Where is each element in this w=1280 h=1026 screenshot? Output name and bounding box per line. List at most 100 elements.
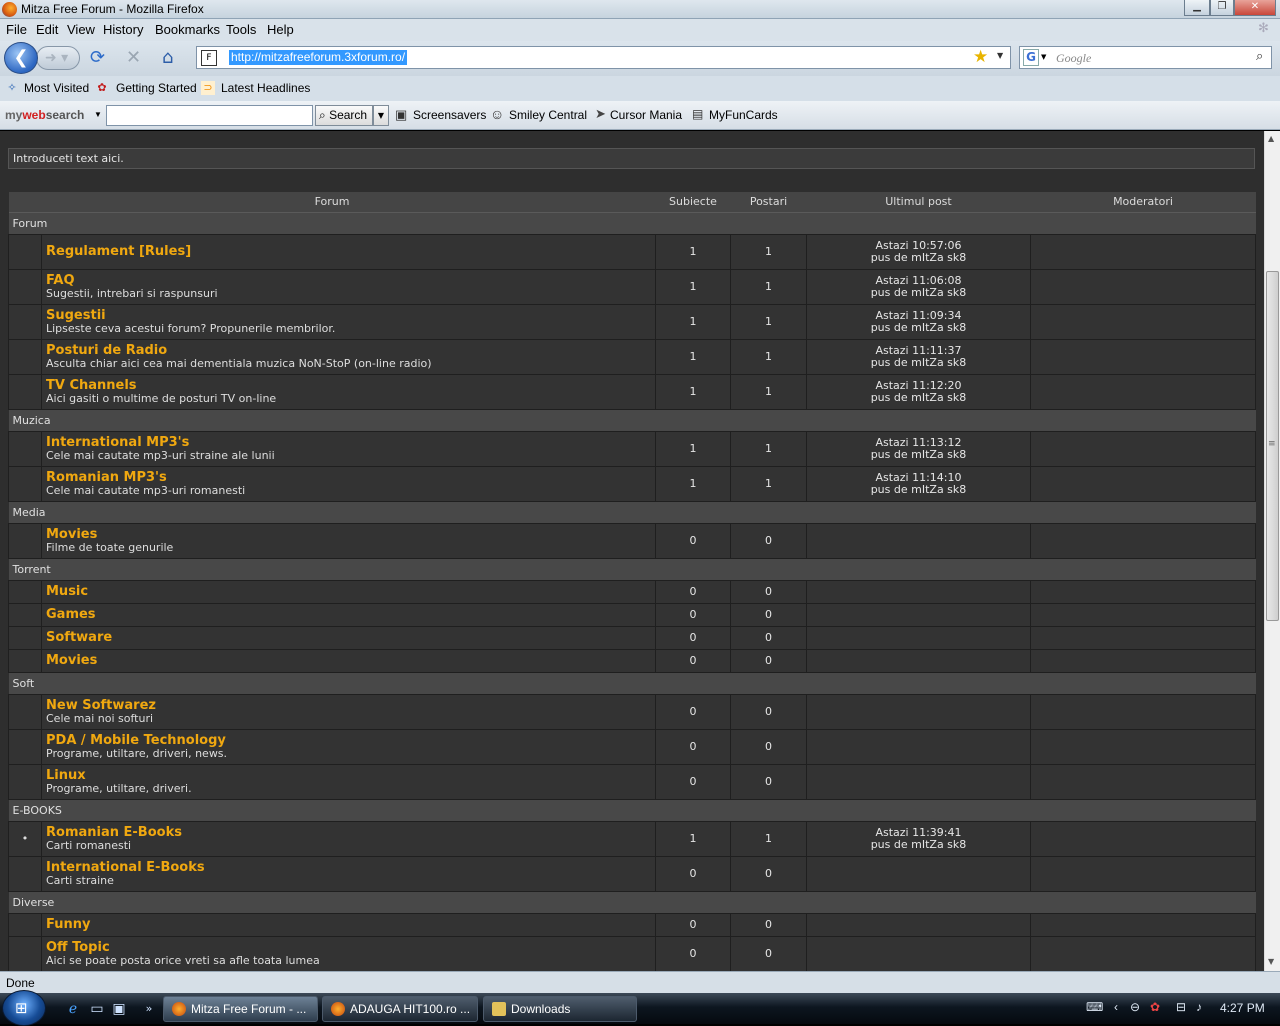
category-title[interactable]: E-BOOKS [8, 798, 1256, 822]
toolbar-smiley-central[interactable]: Smiley Central [509, 108, 587, 122]
start-button[interactable]: ⊞ [2, 990, 46, 1026]
google-icon[interactable]: G [1023, 49, 1039, 66]
taskbar-downloads[interactable]: Downloads [483, 996, 637, 1022]
tray-app-icon[interactable]: ⊖ [1130, 1000, 1140, 1014]
last-post-time[interactable]: Astazi 11:14:10 [807, 471, 1030, 484]
mywebsearch-dropdown-icon[interactable]: ▼ [94, 110, 102, 119]
search-box[interactable]: G ▼ Google ⌕ [1019, 46, 1272, 69]
menu-view[interactable]: View [67, 22, 95, 37]
last-post-author[interactable]: pus de mItZa sk8 [807, 251, 1030, 264]
last-post-time[interactable]: Astazi 11:11:37 [807, 344, 1030, 357]
forum-link[interactable]: Software [46, 630, 651, 645]
forum-link[interactable]: Romanian E-Books [46, 825, 651, 840]
forum-link[interactable]: Movies [46, 653, 651, 668]
category-title[interactable]: Forum [8, 211, 1256, 235]
bookmark-latest-headlines[interactable]: Latest Headlines [221, 81, 310, 95]
volume-icon[interactable]: ♪ [1196, 1000, 1202, 1014]
last-post-author[interactable]: pus de mItZa sk8 [807, 448, 1030, 461]
last-post-author[interactable]: pus de mItZa sk8 [807, 321, 1030, 334]
scroll-down-icon[interactable]: ▼ [1268, 957, 1274, 966]
category-title[interactable]: Muzica [8, 408, 1256, 432]
network-icon[interactable]: ⊟ [1176, 1000, 1186, 1014]
forum-link[interactable]: Linux [46, 768, 651, 783]
home-icon[interactable]: ⌂ [162, 48, 173, 68]
bookmark-getting-started[interactable]: Getting Started [116, 81, 197, 95]
url-text[interactable]: http://mitzafreeforum.3xforum.ro/ [229, 50, 408, 65]
forum-topics-count: 0 [655, 763, 731, 800]
category-title[interactable]: Torrent [8, 557, 1256, 581]
search-icon[interactable]: ⌕ [1256, 49, 1263, 64]
scroll-up-icon[interactable]: ▲ [1268, 134, 1274, 143]
tray-ladybug-icon[interactable]: ✿ [1150, 1000, 1160, 1014]
last-post-time[interactable]: Astazi 10:57:06 [807, 239, 1030, 252]
mywebsearch-input[interactable] [106, 105, 313, 126]
stop-icon[interactable]: ✕ [126, 48, 141, 68]
reload-icon[interactable]: ⟳ [90, 48, 105, 68]
url-bar[interactable]: F http://mitzafreeforum.3xforum.ro/ ★ ▼ [196, 46, 1011, 69]
forum-link[interactable]: Off Topic [46, 940, 651, 955]
forum-link[interactable]: Sugestii [46, 308, 651, 323]
minimize-button[interactable]: ▁ [1184, 0, 1210, 16]
forum-link[interactable]: TV Channels [46, 378, 651, 393]
toolbar-screensavers[interactable]: Screensavers [413, 108, 486, 122]
url-dropdown-icon[interactable]: ▼ [997, 51, 1003, 60]
last-post-time[interactable]: Astazi 11:09:34 [807, 309, 1030, 322]
keyboard-icon[interactable]: ⌨ [1086, 1000, 1103, 1014]
last-post-time[interactable]: Astazi 11:13:12 [807, 436, 1030, 449]
forward-button[interactable]: ➜ ▾ [36, 46, 80, 70]
toolbar-cursor-mania[interactable]: Cursor Mania [610, 108, 682, 122]
vertical-scrollbar[interactable]: ▲ ≡ ▼ [1264, 131, 1280, 971]
category-title[interactable]: Soft [8, 671, 1256, 695]
last-post-time[interactable]: Astazi 11:39:41 [807, 826, 1030, 839]
taskbar-firefox-hit100[interactable]: ADAUGA HIT100.ro ... [322, 996, 478, 1022]
maximize-button[interactable]: ❐ [1210, 0, 1234, 16]
switch-windows-icon[interactable]: ▣ [110, 1000, 128, 1018]
last-post-author[interactable]: pus de mItZa sk8 [807, 356, 1030, 369]
toolbar-myfuncards[interactable]: MyFunCards [709, 108, 778, 122]
menu-bookmarks[interactable]: Bookmarks [155, 22, 220, 37]
forum-link[interactable]: Movies [46, 527, 651, 542]
forum-last-post: Astazi 11:06:08 pus de mItZa sk8 [806, 268, 1031, 305]
menu-file[interactable]: File [6, 22, 27, 37]
forum-link[interactable]: Regulament [Rules] [46, 244, 651, 259]
last-post-time[interactable]: Astazi 11:12:20 [807, 379, 1030, 392]
last-post-author[interactable]: pus de mItZa sk8 [807, 391, 1030, 404]
forum-status-icon [8, 935, 42, 971]
mywebsearch-search-button[interactable]: ⌕ Search [315, 105, 373, 126]
forum-link[interactable]: Funny [46, 917, 651, 932]
forum-link[interactable]: Games [46, 607, 651, 622]
bookmark-star-icon[interactable]: ★ [973, 47, 988, 67]
bookmark-most-visited[interactable]: Most Visited [24, 81, 89, 95]
mywebsearch-logo[interactable]: mywebsearch [5, 108, 84, 122]
forum-link[interactable]: FAQ [46, 273, 651, 288]
search-options-dropdown[interactable]: ▼ [373, 105, 389, 126]
last-post-author[interactable]: pus de mItZa sk8 [807, 286, 1030, 299]
forum-link[interactable]: Posturi de Radio [46, 343, 651, 358]
category-title[interactable]: Media [8, 500, 1256, 524]
last-post-time[interactable]: Astazi 11:06:08 [807, 274, 1030, 287]
forum-row: Movies 0 0 [8, 648, 1256, 673]
engine-dropdown-icon[interactable]: ▼ [1041, 53, 1046, 61]
forum-link[interactable]: New Softwarez [46, 698, 651, 713]
last-post-author[interactable]: pus de mItZa sk8 [807, 483, 1030, 496]
clock[interactable]: 4:27 PM [1220, 1001, 1265, 1015]
forum-link[interactable]: International MP3's [46, 435, 651, 450]
menu-help[interactable]: Help [267, 22, 294, 37]
forum-link[interactable]: Music [46, 584, 651, 599]
menu-tools[interactable]: Tools [226, 22, 256, 37]
forum-link[interactable]: International E-Books [46, 860, 651, 875]
show-desktop-icon[interactable]: ▭ [88, 1000, 106, 1018]
forum-link[interactable]: Romanian MP3's [46, 470, 651, 485]
close-button[interactable]: ✕ [1234, 0, 1276, 16]
menu-history[interactable]: History [103, 22, 143, 37]
ie-icon[interactable]: ℯ [64, 1000, 82, 1018]
menu-edit[interactable]: Edit [36, 22, 58, 37]
throbber-icon: ✻ [1258, 20, 1269, 35]
taskbar-firefox-forum[interactable]: Mitza Free Forum - ... [163, 996, 318, 1022]
last-post-author[interactable]: pus de mItZa sk8 [807, 838, 1030, 851]
category-title[interactable]: Diverse [8, 890, 1256, 914]
quicklaunch-more-icon[interactable]: » [140, 1000, 158, 1018]
forum-link[interactable]: PDA / Mobile Technology [46, 733, 651, 748]
tray-expand-icon[interactable]: ‹ [1114, 1000, 1118, 1014]
back-button[interactable]: ❮ [4, 42, 38, 74]
